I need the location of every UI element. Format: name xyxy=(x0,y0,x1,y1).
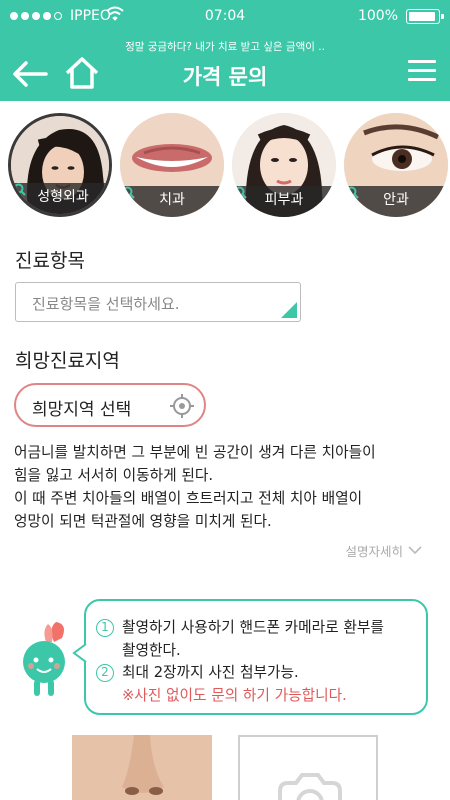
description-text: 어금니를 발치하면 그 부분에 빈 공간이 생겨 다른 치아들이 힘을 잃고 서… xyxy=(14,441,442,533)
step-number-badge: 2 xyxy=(96,664,114,682)
category-label: 피부과 xyxy=(264,192,304,208)
region-button-label: 희망지역 선택 xyxy=(32,400,132,420)
category-label-band: 치과 xyxy=(120,186,224,217)
description-line: 힘을 잃고 서서히 이동하게 된다. xyxy=(14,467,214,484)
bubble-tail xyxy=(72,643,87,663)
photo-optional-note: ※사진 없이도 문의 하기 가능합니다. xyxy=(122,687,347,704)
description-line: 엉망이 되면 턱관절에 영향을 미치게 된다. xyxy=(14,513,272,530)
battery-icon xyxy=(406,9,444,24)
category-label-band: 피부과 xyxy=(232,186,336,217)
add-photo-slot[interactable] xyxy=(238,735,378,800)
guide-text: 촬영한다. xyxy=(122,642,181,659)
category-list: 성형외과 치과 피부과 안과 xyxy=(0,113,450,223)
category-dermatology[interactable]: 피부과 xyxy=(232,113,336,217)
more-details-link[interactable]: 설명자세히 xyxy=(345,541,422,560)
camera-icon xyxy=(278,773,342,800)
search-icon xyxy=(346,186,359,199)
guide-line-1: 1 촬영하기 사용하기 핸드폰 카메라로 환부를 xyxy=(96,616,384,637)
category-label-band: 성형외과 xyxy=(11,183,109,214)
attached-photo[interactable] xyxy=(72,735,212,800)
guide-line-1b: 촬영한다. xyxy=(122,639,181,660)
description-line: 어금니를 발치하면 그 부분에 빈 공간이 생겨 다른 치아들이 xyxy=(14,444,376,461)
treatment-select[interactable]: 진료항목을 선택하세요. xyxy=(15,282,301,322)
search-icon xyxy=(13,183,26,196)
nose-photo xyxy=(72,735,212,800)
chevron-down-icon xyxy=(408,546,422,555)
more-details-label: 설명자세히 xyxy=(345,544,403,559)
category-plastic-surgery[interactable]: 성형외과 xyxy=(8,113,112,217)
treatment-placeholder: 진료항목을 선택하세요. xyxy=(32,295,180,313)
region-select-button[interactable]: 희망지역 선택 xyxy=(14,383,206,427)
description-line: 이 때 주변 치아들의 배열이 흐트러지고 전체 치아 배열이 xyxy=(14,490,363,507)
category-label: 성형외과 xyxy=(37,189,89,205)
hamburger-menu-icon[interactable] xyxy=(408,60,436,82)
battery-percent: 100% xyxy=(357,8,398,24)
step-number-badge: 1 xyxy=(96,619,114,637)
category-label-band: 안과 xyxy=(344,186,448,217)
category-label: 치과 xyxy=(159,192,185,208)
location-target-icon xyxy=(170,394,194,418)
header: IPPEO 07:04 100% 정말 궁금하다? 내가 치료 받고 싶은 금액… xyxy=(0,0,450,101)
treatment-label: 진료항목 xyxy=(15,250,85,272)
guide-line-2: 2 최대 2장까지 사진 첨부가능. xyxy=(96,661,299,682)
guide-text: 최대 2장까지 사진 첨부가능. xyxy=(122,664,299,681)
category-dental[interactable]: 치과 xyxy=(120,113,224,217)
region-label: 희망진료지역 xyxy=(15,350,120,372)
search-icon xyxy=(122,186,135,199)
guide-text: 촬영하기 사용하기 핸드폰 카메라로 환부를 xyxy=(122,619,384,636)
category-label: 안과 xyxy=(383,192,409,208)
mascot-character-icon xyxy=(23,622,65,696)
page-title: 가격 문의 xyxy=(182,65,268,89)
status-bar: IPPEO 07:04 100% xyxy=(0,0,450,32)
header-subtitle: 정말 궁금하다? 내가 치료 받고 싶은 금액이 .. xyxy=(125,41,325,53)
search-icon xyxy=(234,186,247,199)
dropdown-corner-icon xyxy=(281,302,297,318)
category-ophthalmology[interactable]: 안과 xyxy=(344,113,448,217)
